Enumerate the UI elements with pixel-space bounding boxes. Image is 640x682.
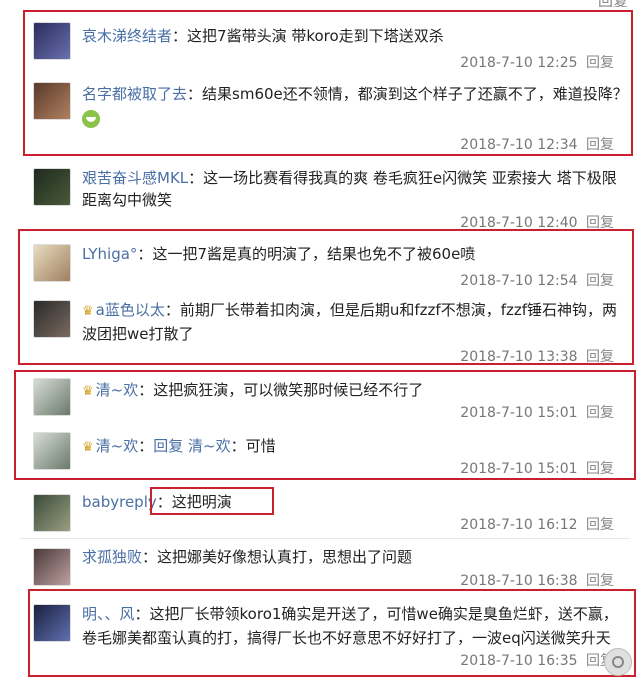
reply-button[interactable]: 回复	[586, 517, 614, 533]
annotation-box	[23, 10, 633, 156]
comment-username[interactable]: babyreply	[82, 493, 157, 511]
annotation-box	[150, 487, 274, 515]
annotation-box	[28, 589, 636, 677]
comment-time: 2018-7-10 16:38	[460, 573, 578, 589]
avatar[interactable]	[33, 548, 71, 586]
avatar[interactable]	[33, 168, 71, 206]
annotation-box	[18, 229, 634, 365]
comment-username[interactable]: 求孤独败	[82, 548, 142, 566]
comment-text-continued: 距离勾中微笑	[82, 191, 173, 209]
comment-time: 2018-7-10 16:12	[460, 517, 578, 533]
divider	[20, 538, 630, 539]
comment-text: 这把娜美好像想认真打，思想出了问题	[157, 548, 413, 566]
top-reply-fragment: 回复	[598, 0, 628, 7]
watermark-logo-icon	[604, 648, 632, 676]
top-cutoff: 回复	[0, 0, 640, 7]
reply-button[interactable]: 回复	[586, 573, 614, 589]
annotation-box	[14, 370, 636, 480]
comment-username[interactable]: 艰苦奋斗感MKL	[82, 169, 188, 187]
avatar[interactable]	[33, 494, 71, 532]
comment-text: 这一场比赛看得我真的爽 卷毛疯狂e闪微笑 亚索接大 塔下极限	[203, 169, 617, 187]
